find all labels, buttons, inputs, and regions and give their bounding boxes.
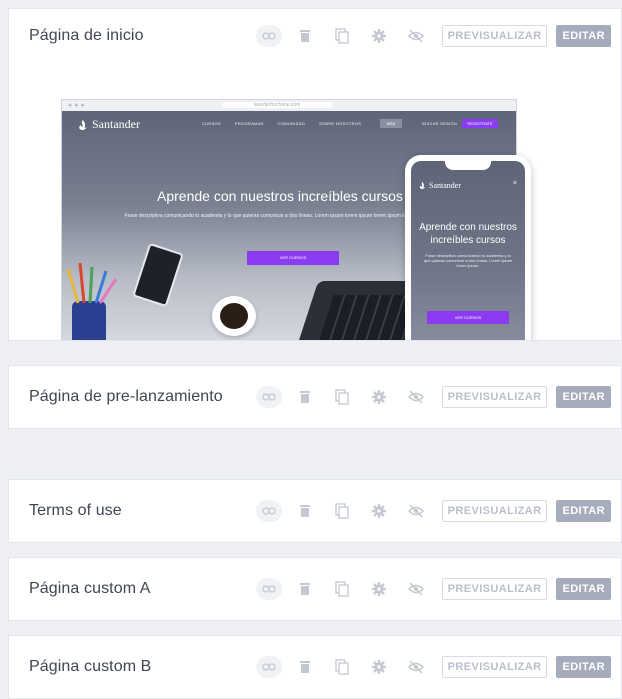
- pencil-cup-image: [62, 261, 122, 340]
- page-card-inicio: Página de inicio PREVISUALIZAR EDITAR ●●…: [8, 8, 622, 341]
- duplicate-icon[interactable]: [331, 656, 353, 678]
- link-icon[interactable]: [255, 386, 282, 408]
- site-nav: Santander CURSOS PROGRAMAS COMUNIDAD SOB…: [62, 117, 516, 131]
- trash-icon[interactable]: [294, 656, 316, 678]
- nav-register-button: REGISTRATE: [462, 119, 498, 128]
- smartphone-image: [132, 242, 184, 308]
- mobile-screen: Santander × Aprende con nuestros increíb…: [411, 161, 525, 340]
- mobile-hero-title: Aprende con nuestros increíbles cursos: [419, 222, 517, 246]
- page-card-custom-b: Página custom B PREVISUALIZAR EDITAR: [8, 635, 622, 699]
- page-card-prelanzamiento: Página de pre-lanzamiento PREVISUALIZAR …: [8, 365, 622, 429]
- mobile-hero-subtitle: Frase descriptiva comunicando tu academi…: [423, 253, 513, 268]
- coffee-cup-image: [212, 296, 256, 336]
- trash-icon[interactable]: [294, 500, 316, 522]
- duplicate-icon[interactable]: [331, 386, 353, 408]
- page-preview[interactable]: ●●● launderforchime.com Santander CURSOS…: [9, 69, 621, 340]
- mobile-brand-logo: Santander: [419, 181, 461, 190]
- duplicate-icon[interactable]: [331, 25, 353, 47]
- preview-button[interactable]: PREVISUALIZAR: [441, 578, 548, 600]
- gear-icon[interactable]: [368, 25, 390, 47]
- page-title[interactable]: Terms of use: [29, 502, 122, 520]
- page-title[interactable]: Página de pre-lanzamiento: [29, 388, 223, 406]
- edit-button[interactable]: EDITAR: [556, 656, 611, 678]
- page-title[interactable]: Página custom B: [29, 658, 151, 676]
- edit-button[interactable]: EDITAR: [556, 25, 611, 47]
- window-dots-icon: ●●●: [68, 102, 87, 109]
- page-row-header: Página de inicio PREVISUALIZAR EDITAR: [9, 9, 621, 69]
- hidden-eye-icon[interactable]: [405, 656, 427, 678]
- nav-more-button: MÁS: [380, 119, 402, 128]
- close-icon: ×: [512, 180, 517, 187]
- link-icon[interactable]: [255, 656, 282, 678]
- gear-icon[interactable]: [368, 500, 390, 522]
- link-icon[interactable]: [255, 500, 282, 522]
- duplicate-icon[interactable]: [331, 578, 353, 600]
- nav-login-link: INICIAR SESIÓN: [422, 121, 458, 126]
- hidden-eye-icon[interactable]: [405, 500, 427, 522]
- hero-title: Aprende con nuestros increíbles cursos: [157, 188, 403, 204]
- edit-button[interactable]: EDITAR: [556, 578, 611, 600]
- mobile-cta-button: VER CURSOS: [427, 311, 509, 324]
- flame-logo-icon: [79, 119, 87, 130]
- page-title[interactable]: Página custom A: [29, 580, 151, 598]
- flame-logo-icon: [419, 182, 425, 189]
- hidden-eye-icon[interactable]: [405, 25, 427, 47]
- trash-icon[interactable]: [294, 25, 316, 47]
- page-card-terms: Terms of use PREVISUALIZAR EDITAR: [8, 479, 622, 543]
- trash-icon[interactable]: [294, 578, 316, 600]
- row-actions: PREVISUALIZAR EDITAR: [255, 578, 611, 600]
- hidden-eye-icon[interactable]: [405, 578, 427, 600]
- nav-link: COMUNIDAD: [277, 121, 306, 126]
- preview-button[interactable]: PREVISUALIZAR: [441, 500, 548, 522]
- gear-icon[interactable]: [368, 656, 390, 678]
- edit-button[interactable]: EDITAR: [556, 500, 611, 522]
- preview-button[interactable]: PREVISUALIZAR: [441, 386, 548, 408]
- link-icon[interactable]: [255, 578, 282, 600]
- gear-icon[interactable]: [368, 386, 390, 408]
- hidden-eye-icon[interactable]: [405, 386, 427, 408]
- link-icon[interactable]: [255, 25, 282, 47]
- row-actions: PREVISUALIZAR EDITAR: [255, 25, 611, 47]
- row-actions: PREVISUALIZAR EDITAR: [255, 656, 611, 678]
- brand-logo: Santander: [78, 117, 140, 132]
- hero-cta-button: VER CURSOS: [247, 251, 339, 265]
- phone-notch: [445, 161, 491, 170]
- nav-link: SOBRE NOSOTROS: [319, 121, 362, 126]
- trash-icon[interactable]: [294, 386, 316, 408]
- gear-icon[interactable]: [368, 578, 390, 600]
- row-actions: PREVISUALIZAR EDITAR: [255, 500, 611, 522]
- nav-link: CURSOS: [202, 121, 221, 126]
- preview-button[interactable]: PREVISUALIZAR: [441, 656, 548, 678]
- preview-button[interactable]: PREVISUALIZAR: [441, 25, 548, 47]
- duplicate-icon[interactable]: [331, 500, 353, 522]
- page-card-custom-a: Página custom A PREVISUALIZAR EDITAR: [8, 557, 622, 621]
- nav-link: PROGRAMAS: [234, 121, 264, 126]
- edit-button[interactable]: EDITAR: [556, 386, 611, 408]
- coffee-image: [220, 303, 248, 329]
- row-actions: PREVISUALIZAR EDITAR: [255, 386, 611, 408]
- url-bar: launderforchime.com: [222, 102, 332, 108]
- mobile-preview: Santander × Aprende con nuestros increíb…: [405, 155, 531, 340]
- nav-links: CURSOS PROGRAMAS COMUNIDAD SOBRE NOSOTRO…: [202, 121, 375, 126]
- brand-name: Santander: [92, 117, 140, 131]
- page-title[interactable]: Página de inicio: [29, 27, 144, 45]
- mobile-brand-name: Santander: [429, 181, 461, 190]
